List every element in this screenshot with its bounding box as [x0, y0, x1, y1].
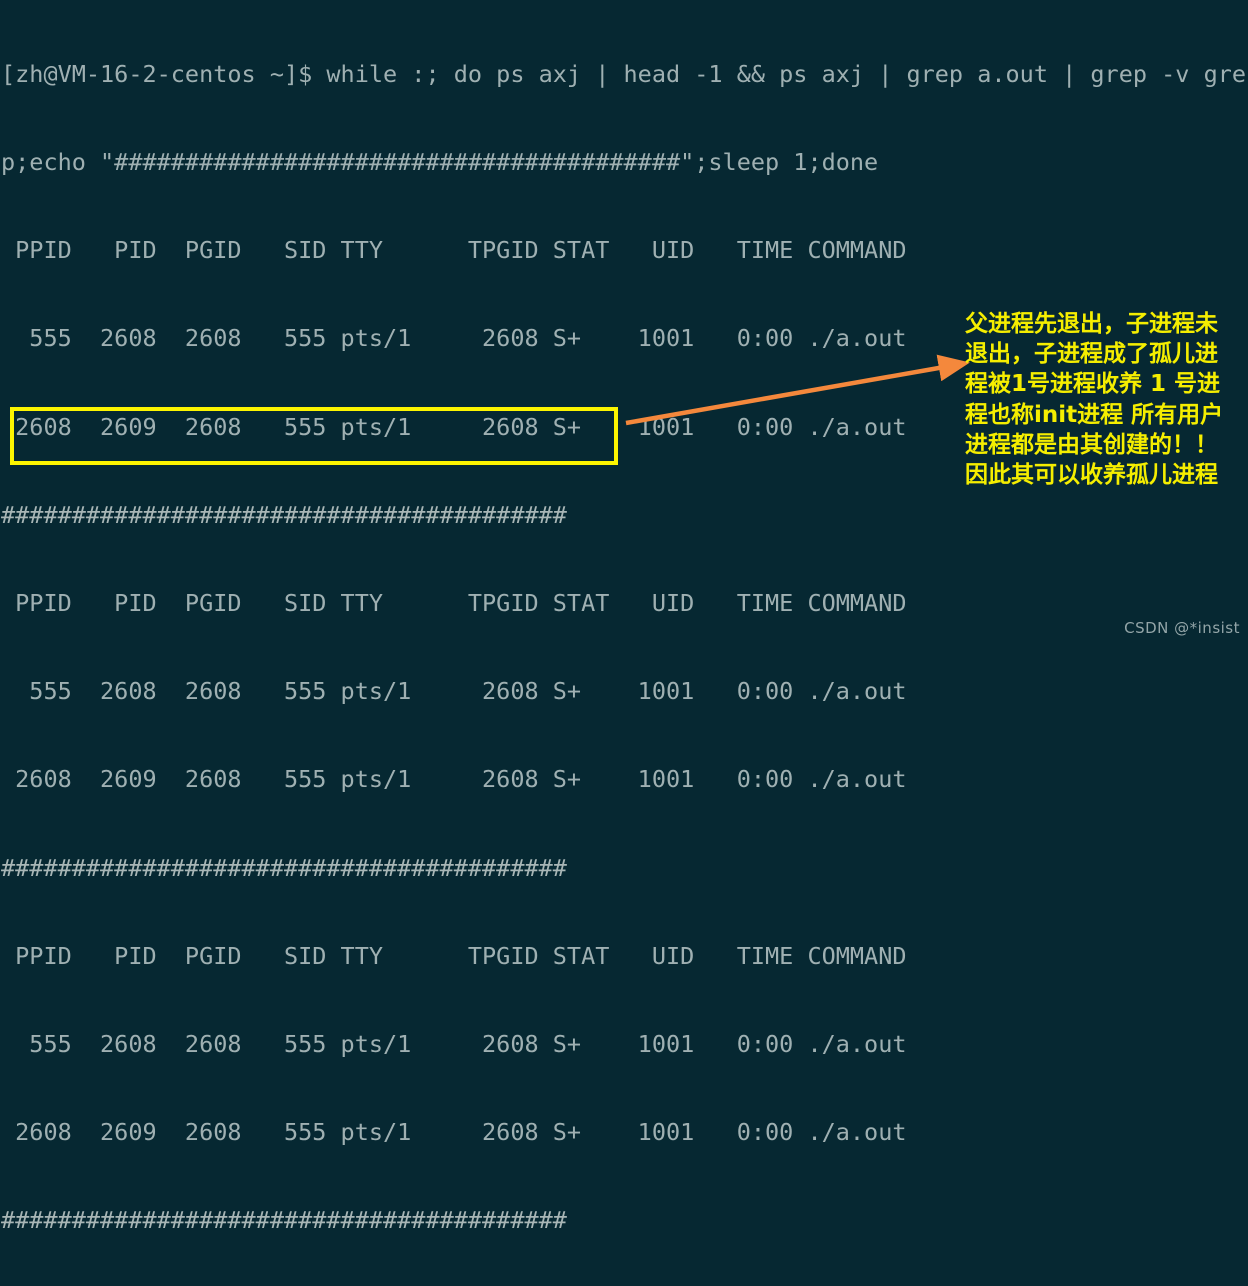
separator-line: ########################################	[1, 853, 567, 882]
annotation-line: 进程都是由其创建的！！	[965, 431, 1218, 458]
annotation-line: 退出，子进程成了孤儿进	[965, 341, 1218, 368]
ps-data-row: 555 2608 2608 555 pts/1 2608 S+ 1001 0:0…	[1, 1030, 907, 1059]
ps-data-row: 555 2608 2608 555 pts/1 2608 S+ 1001 0:0…	[1, 677, 907, 706]
annotation-text-block: 父进程先退出，子进程未 退出，子进程成了孤儿进 程被1号进程收养 1 号进 程也…	[965, 309, 1248, 490]
annotation-line: 程也称init进程 所有用户	[965, 401, 1224, 428]
annotation-line: 程被1号进程收养 1 号进	[965, 371, 1221, 398]
separator-line: ########################################	[1, 500, 567, 529]
annotation-line: 因此其可以收养孤儿进程	[965, 461, 1218, 488]
ps-header-row: PPID PID PGID SID TTY TPGID STAT UID TIM…	[1, 941, 907, 970]
ps-data-row: 2608 2609 2608 555 pts/1 2608 S+ 1001 0:…	[1, 1118, 907, 1147]
watermark: CSDN @*insist	[1124, 619, 1240, 637]
annotation-line: 父进程先退出，子进程未	[965, 311, 1218, 337]
ps-data-row: 2608 2609 2608 555 pts/1 2608 S+ 1001 0:…	[1, 765, 907, 794]
separator-line: ########################################	[1, 1206, 567, 1235]
ps-header-row: PPID PID PGID SID TTY TPGID STAT UID TIM…	[1, 589, 907, 618]
terminal-line: p;echo "################################…	[1, 148, 879, 177]
terminal-line: [zh@VM-16-2-centos ~]$ while :; do ps ax…	[1, 59, 1247, 88]
ps-header-row: PPID PID PGID SID TTY TPGID STAT UID TIM…	[1, 236, 907, 265]
